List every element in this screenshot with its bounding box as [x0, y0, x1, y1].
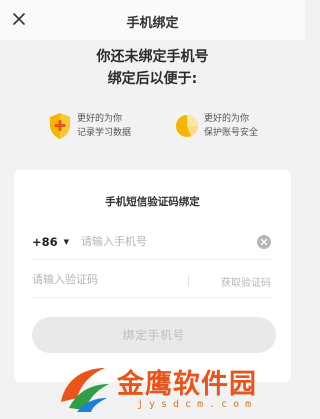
caret-down-icon: ▼	[63, 237, 70, 246]
benefit-line2: 记录学习数据	[77, 128, 132, 138]
bind-prompt: 你还未绑定手机号 绑定后以便于:	[0, 46, 305, 90]
page-title: 手机绑定	[126, 16, 179, 31]
benefit-line1: 更好的为你	[204, 114, 250, 124]
form-title: 手机短信验证码绑定	[105, 196, 200, 208]
bind-phone-button[interactable]: 绑定手机号	[32, 317, 276, 353]
top-bar: 手机绑定	[0, 0, 305, 40]
phone-row: +86 ▼	[32, 224, 273, 260]
bind-form-card: 手机短信验证码绑定 +86 ▼ 获取验证码 绑定手机号	[14, 170, 291, 382]
benefit-protect-account: 更好的为你 保护账号安全	[175, 112, 258, 140]
pie-chart-icon	[176, 115, 199, 137]
country-code-value: +86	[32, 234, 58, 249]
benefit-record-data: 更好的为你 记录学习数据	[48, 112, 131, 140]
divider	[188, 275, 189, 286]
clear-icon	[260, 238, 268, 246]
shield-plus-icon	[50, 113, 70, 139]
country-code-select[interactable]: +86 ▼	[32, 235, 69, 249]
bind-prompt-line1: 你还未绑定手机号	[96, 49, 209, 65]
get-code-button[interactable]: 获取验证码	[221, 274, 271, 289]
code-row: 获取验证码	[32, 262, 273, 298]
watermark-url: jysdcm.com	[137, 399, 258, 410]
benefit-line1: 更好的为你	[77, 114, 123, 124]
verification-code-input[interactable]	[32, 273, 172, 286]
benefit-line2: 保护账号安全	[204, 128, 259, 138]
phone-input[interactable]	[81, 235, 232, 248]
bind-prompt-line2: 绑定后以便于:	[107, 71, 198, 87]
clear-button[interactable]	[257, 235, 271, 249]
